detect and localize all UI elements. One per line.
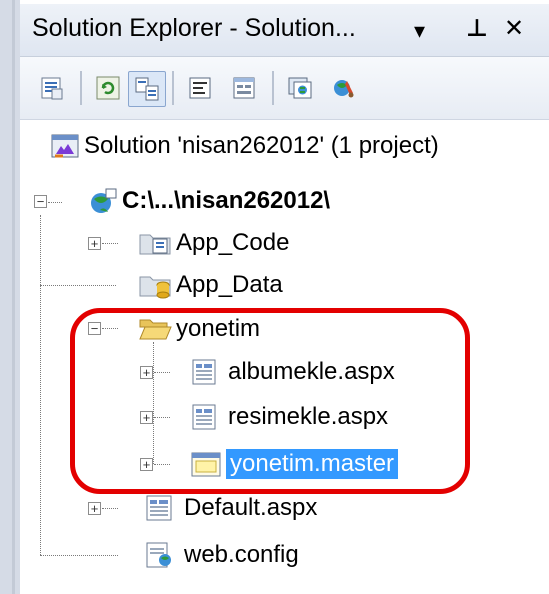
expand-toggle[interactable]: + [140, 458, 153, 471]
copy-website-icon [288, 77, 312, 99]
app-code-folder-icon [139, 234, 171, 255]
tree-item-label: yonetim.master [226, 449, 399, 479]
expand-toggle[interactable]: + [140, 366, 153, 379]
nest-related-files-button[interactable] [128, 71, 166, 107]
app-data-folder-icon [139, 276, 171, 299]
tree-item-app-data[interactable]: App_Data [138, 265, 287, 305]
properties-icon [41, 77, 63, 100]
left-dock-edge [0, 0, 20, 594]
aspx-page-icon [146, 495, 172, 521]
tree-item-yonetim-master[interactable]: yonetim.master [190, 444, 399, 484]
tree-item-label: App_Code [176, 229, 290, 256]
close-icon[interactable]: ✕ [504, 14, 524, 43]
view-designer-icon [233, 77, 255, 99]
tree-item-label: albumekle.aspx [228, 358, 395, 385]
tree-item-albumekle[interactable]: albumekle.aspx [190, 352, 399, 392]
tree-item-label: Default.aspx [184, 494, 318, 521]
tree-item-app-code[interactable]: App_Code [138, 223, 293, 263]
pin-icon[interactable]: ⊥ [466, 14, 488, 43]
expand-toggle[interactable]: + [140, 411, 153, 424]
open-folder-icon [139, 319, 172, 340]
solution-tree: Solution 'nisan262012' (1 project) − C:\… [20, 120, 549, 594]
window-title: Solution Explorer - Solution... [32, 14, 356, 42]
solution-icon [51, 134, 79, 158]
tree-item-resimekle[interactable]: resimekle.aspx [190, 397, 392, 437]
tree-item-label: web.config [184, 541, 299, 568]
tree-item-default-aspx[interactable]: Default.aspx [144, 488, 321, 528]
config-file-icon [146, 542, 171, 568]
copy-website-button[interactable] [282, 71, 318, 105]
tree-item-label: yonetim [176, 315, 261, 342]
nest-related-files-icon [135, 77, 159, 101]
solution-explorer-toolbar [20, 57, 549, 120]
expand-toggle[interactable]: + [88, 502, 101, 515]
refresh-icon [96, 76, 120, 100]
tree-item-label: C:\...\nisan262012\ [122, 187, 331, 214]
asp-net-configuration-icon [334, 80, 354, 98]
view-designer-button[interactable] [226, 71, 262, 105]
aspx-page-icon [192, 359, 216, 385]
tree-item-label: App_Data [176, 271, 283, 298]
collapse-toggle[interactable]: − [34, 195, 47, 208]
view-code-icon [189, 77, 211, 99]
refresh-button[interactable] [90, 71, 126, 105]
master-page-icon [191, 452, 221, 477]
tool-window-titlebar: Solution Explorer - Solution... ▾ ⊥ ✕ [20, 4, 549, 57]
aspx-page-icon [192, 404, 216, 430]
tree-item-solution[interactable]: Solution 'nisan262012' (1 project) [50, 126, 443, 166]
asp-net-configuration-button[interactable] [326, 71, 362, 105]
tree-item-label: resimekle.aspx [228, 403, 389, 430]
expand-toggle[interactable]: + [88, 237, 101, 250]
properties-button[interactable] [34, 71, 70, 105]
collapse-toggle[interactable]: − [88, 322, 101, 335]
tree-item-yonetim-folder[interactable]: yonetim [138, 309, 264, 349]
tree-item-project[interactable]: C:\...\nisan262012\ [88, 181, 334, 221]
tree-item-web-config[interactable]: web.config [144, 535, 303, 575]
tree-item-label: Solution 'nisan262012' (1 project) [84, 132, 439, 159]
web-project-icon [91, 188, 117, 213]
window-position-dropdown-icon[interactable]: ▾ [414, 18, 425, 44]
view-code-button[interactable] [182, 71, 218, 105]
